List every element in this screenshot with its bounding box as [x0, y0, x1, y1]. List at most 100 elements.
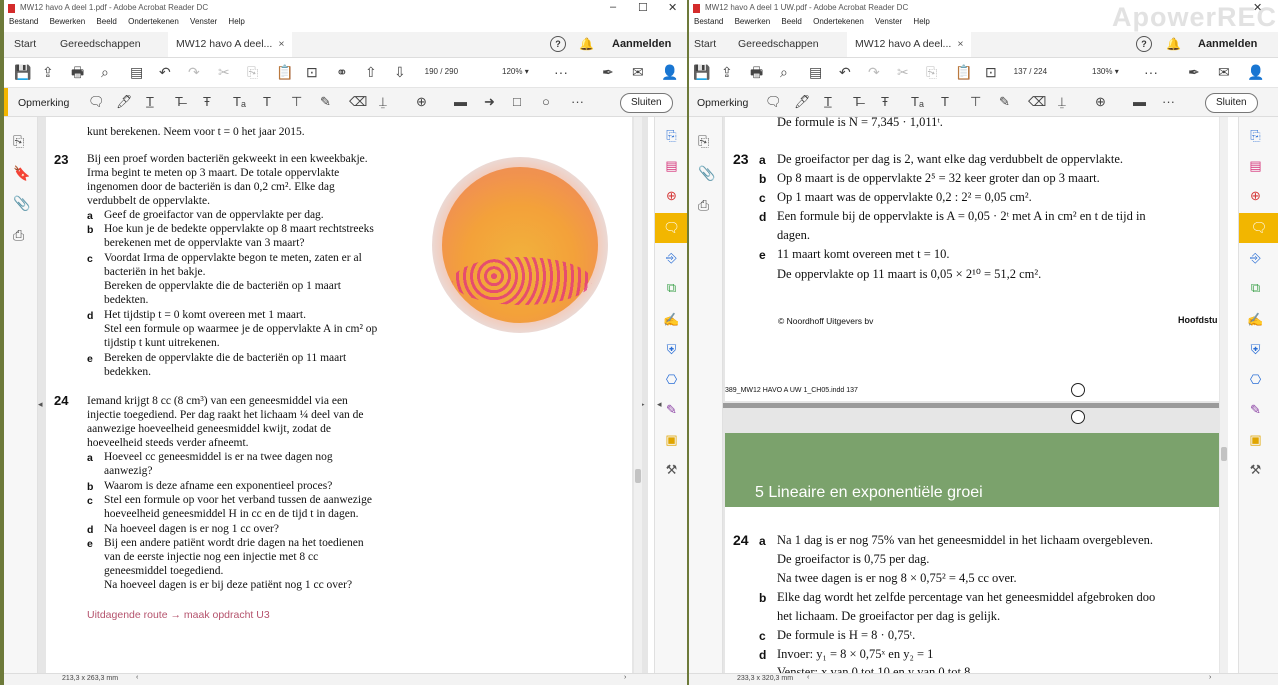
text-box-icon[interactable]: ⊤ [291, 95, 302, 109]
redo-icon[interactable]: ↷ [868, 65, 880, 79]
rich-media-icon[interactable]: ▣ [663, 431, 680, 448]
organize-pages-icon[interactable]: ▤ [1247, 157, 1264, 174]
tab-document[interactable]: MW12 havo A deel... × [168, 32, 293, 57]
share-user-icon[interactable]: 👤 [661, 65, 678, 79]
page-up-icon[interactable]: ⇧ [365, 65, 377, 79]
insert-text-icon[interactable]: Tₐ [233, 95, 246, 109]
oval-icon[interactable]: ○ [542, 95, 550, 109]
replace-text-icon[interactable]: Ŧ [881, 95, 889, 109]
menu-ondertekenen[interactable]: Ondertekenen [128, 17, 179, 26]
document-search-icon[interactable]: ▤ [130, 65, 143, 79]
menu-venster[interactable]: Venster [190, 17, 217, 26]
page-current[interactable]: 190 [420, 65, 438, 79]
organize-pages-icon[interactable]: ▤ [663, 157, 680, 174]
share-user-icon[interactable]: 👤 [1247, 65, 1264, 79]
rectangle-icon[interactable]: □ [513, 95, 521, 109]
sign-panel-icon[interactable]: ⎙ [698, 197, 709, 214]
page-current[interactable]: 137 [1009, 65, 1027, 79]
close-window-icon[interactable]: ✕ [668, 1, 677, 14]
more-annot-icon[interactable]: ··· [1162, 95, 1175, 109]
maximize-icon[interactable]: ☐ [638, 1, 648, 14]
cut-icon[interactable]: ✂ [218, 65, 230, 79]
paste-icon[interactable]: 📋 [955, 65, 972, 79]
copy-icon[interactable]: ⎘ [247, 65, 258, 79]
scroll-thumb[interactable] [635, 469, 641, 483]
line-icon[interactable]: ▬ [1133, 95, 1146, 109]
scan-icon[interactable]: ⎔ [1247, 371, 1264, 388]
edit-pdf-icon[interactable]: ⎆ [1247, 249, 1264, 266]
highlight-icon[interactable]: 🖊 [794, 95, 811, 109]
tab-start[interactable]: Start [14, 38, 36, 50]
attachment-icon[interactable]: 📎 [698, 165, 715, 182]
undo-icon[interactable]: ↶ [839, 65, 851, 79]
more-tools-icon[interactable]: ··· [1144, 65, 1158, 79]
menu-bewerken[interactable]: Bewerken [50, 17, 86, 26]
line-icon[interactable]: ▬ [454, 95, 467, 109]
bookmark-icon[interactable]: 🔖 [13, 165, 30, 182]
more-annot-icon[interactable]: ··· [571, 95, 584, 109]
arrow-icon[interactable]: ➜ [484, 95, 495, 109]
sign-panel-icon[interactable]: ⎙ [13, 227, 24, 244]
fill-sign-icon[interactable]: ✍ [663, 311, 680, 328]
edit-pdf-icon[interactable]: ⎆ [663, 249, 680, 266]
save-icon[interactable]: 💾 [14, 65, 31, 79]
more-tools-icon[interactable]: ··· [554, 65, 568, 79]
sticky-note-icon[interactable]: 🗨 [765, 95, 782, 109]
create-pdf-icon[interactable]: ⊕ [1247, 187, 1264, 204]
send-sign-icon[interactable]: ✎ [1247, 401, 1264, 418]
sign-icon[interactable]: ✒ [602, 65, 614, 79]
stamp-icon[interactable]: ⍊ [1058, 95, 1066, 109]
page-number-field[interactable]: 190 / 290 [420, 65, 472, 79]
replace-text-icon[interactable]: Ŧ [203, 95, 211, 109]
eraser-icon[interactable]: ⌫ [1028, 95, 1046, 109]
scroll-left-arrow[interactable]: ◂ [38, 399, 43, 410]
document-view[interactable]: kunt berekenen. Neem voor t = 0 het jaar… [38, 117, 648, 674]
mail-icon[interactable]: ✉ [632, 65, 644, 79]
zoom-search-icon[interactable]: ⌕ [101, 65, 109, 79]
pages-icon[interactable]: ⎘ [13, 133, 24, 150]
help-icon[interactable]: ? [550, 36, 566, 52]
vertical-scrollbar[interactable] [634, 117, 642, 674]
signin-link[interactable]: Aanmelden [612, 38, 671, 50]
tab-tools[interactable]: Gereedschappen [60, 38, 141, 50]
rich-media-icon[interactable]: ▣ [1247, 431, 1264, 448]
hscroll-left-icon[interactable]: ‹ [136, 674, 138, 681]
stamp-icon[interactable]: ⍊ [379, 95, 387, 109]
snapshot-icon[interactable]: ⊡ [985, 65, 997, 79]
zoom-search-icon[interactable]: ⌕ [780, 65, 788, 79]
upload-icon[interactable]: ⇪ [42, 65, 54, 79]
close-comment-button[interactable]: Sluiten [620, 93, 673, 113]
sticky-note-icon[interactable]: 🗨 [88, 95, 105, 109]
attach-icon[interactable]: ⊕ [416, 95, 427, 109]
zoom-select[interactable]: 120% ▾ [502, 65, 529, 79]
insert-text-icon[interactable]: Tₐ [911, 95, 924, 109]
scroll-thumb[interactable] [1221, 447, 1227, 461]
tab-document[interactable]: MW12 havo A deel... × [847, 32, 972, 57]
sign-icon[interactable]: ✒ [1188, 65, 1200, 79]
pages-icon[interactable]: ⎘ [698, 133, 709, 150]
challenge-route-link[interactable]: Uitdagende route → maak opdracht U3 [87, 609, 270, 621]
menu-beeld[interactable]: Beeld [781, 17, 801, 26]
upload-icon[interactable]: ⇪ [721, 65, 733, 79]
attachment-icon[interactable]: 📎 [13, 195, 30, 212]
menu-bestand[interactable]: Bestand [694, 17, 723, 26]
bell-icon[interactable]: 🔔 [1166, 37, 1181, 51]
document-search-icon[interactable]: ▤ [809, 65, 822, 79]
eraser-icon[interactable]: ⌫ [349, 95, 367, 109]
export-pdf-icon[interactable]: ⎘ [663, 127, 680, 144]
copy-icon[interactable]: ⎘ [926, 65, 937, 79]
collapse-pane-arrow[interactable]: ◂ [657, 399, 662, 410]
strikethrough-icon[interactable]: T̶ [175, 95, 183, 109]
send-sign-icon[interactable]: ✎ [663, 401, 680, 418]
menu-bestand[interactable]: Bestand [9, 17, 38, 26]
protect-icon[interactable]: ⛨ [1247, 341, 1264, 358]
page-down-icon[interactable]: ⇩ [394, 65, 406, 79]
paste-icon[interactable]: 📋 [276, 65, 293, 79]
pencil-icon[interactable]: ✎ [999, 95, 1010, 109]
protect-icon[interactable]: ⛨ [663, 341, 680, 358]
document-view[interactable]: De formule is N = 7,345 · 1,011ᵗ. 23 a D… [723, 117, 1228, 674]
scan-icon[interactable]: ⎔ [663, 371, 680, 388]
binoculars-icon[interactable]: ⚭ [336, 65, 348, 79]
vertical-scrollbar[interactable] [1220, 117, 1228, 674]
hscroll-right-icon[interactable]: › [624, 674, 626, 681]
